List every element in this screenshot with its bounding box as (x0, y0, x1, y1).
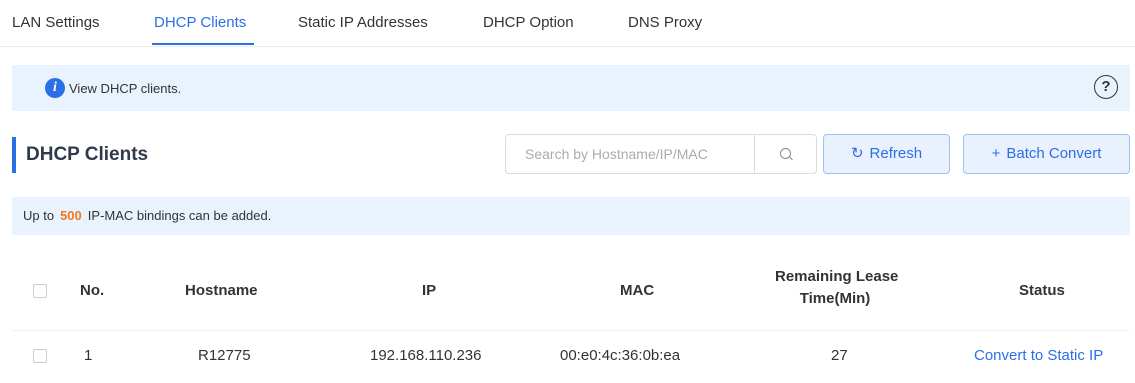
cell-mac: 00:e0:4c:36:0b:ea (560, 347, 681, 364)
search-icon (780, 148, 791, 159)
notice-suffix: IP-MAC bindings can be added. (87, 208, 272, 223)
help-circle-icon[interactable]: ? (1094, 75, 1118, 99)
batch-convert-button[interactable]: + Batch Convert (963, 134, 1130, 174)
header-remaining-lease: Remaining Lease Time(Min) (775, 266, 899, 310)
tab-bar: LAN Settings DHCP Clients Static IP Addr… (0, 0, 1135, 47)
batch-convert-label: Batch Convert (1006, 145, 1102, 162)
info-text: View DHCP clients. (69, 81, 182, 96)
cell-ip: 192.168.110.236 (370, 347, 482, 364)
search-input[interactable] (507, 136, 755, 172)
binding-limit-notice: Up to 500 IP-MAC bindings can be added. (12, 197, 1130, 235)
cell-no: 1 (84, 347, 93, 364)
header-hostname: Hostname (185, 282, 258, 299)
info-banner: i View DHCP clients. ? (12, 65, 1130, 111)
cell-hostname: R12775 (198, 347, 251, 364)
notice-text: Up to 500 IP-MAC bindings can be added. (23, 208, 271, 223)
row-checkbox[interactable] (33, 349, 47, 363)
info-icon: i (45, 78, 65, 98)
header-ip: IP (422, 282, 437, 299)
refresh-button[interactable]: ↻ Refresh (823, 134, 950, 174)
tab-dns-proxy[interactable]: DNS Proxy (628, 14, 702, 31)
refresh-icon: ↻ (850, 145, 864, 162)
tab-lan-settings[interactable]: LAN Settings (12, 14, 100, 31)
tab-static-ip-addresses[interactable]: Static IP Addresses (298, 14, 428, 31)
search-button[interactable] (754, 135, 816, 173)
cell-lease: 27 (831, 347, 848, 364)
section-accent-bar (12, 137, 16, 173)
header-no: No. (80, 282, 105, 299)
select-all-checkbox[interactable] (33, 284, 47, 298)
header-lease-line1: Remaining Lease (775, 268, 899, 285)
header-lease-line2: Time(Min) (799, 290, 871, 307)
tab-dhcp-option[interactable]: DHCP Option (483, 14, 574, 31)
refresh-label: Refresh (869, 145, 923, 162)
search-box (505, 134, 817, 174)
tab-dhcp-clients[interactable]: DHCP Clients (154, 14, 246, 31)
active-tab-indicator (152, 43, 254, 45)
header-status: Status (1019, 282, 1065, 299)
section-title: DHCP Clients (26, 144, 149, 165)
plus-icon: + (991, 145, 1001, 162)
convert-to-static-ip-link[interactable]: Convert to Static IP (974, 347, 1103, 364)
notice-prefix: Up to (23, 208, 55, 223)
header-mac: MAC (620, 282, 655, 299)
row-divider (12, 330, 1130, 331)
binding-limit-count: 500 (60, 208, 82, 223)
